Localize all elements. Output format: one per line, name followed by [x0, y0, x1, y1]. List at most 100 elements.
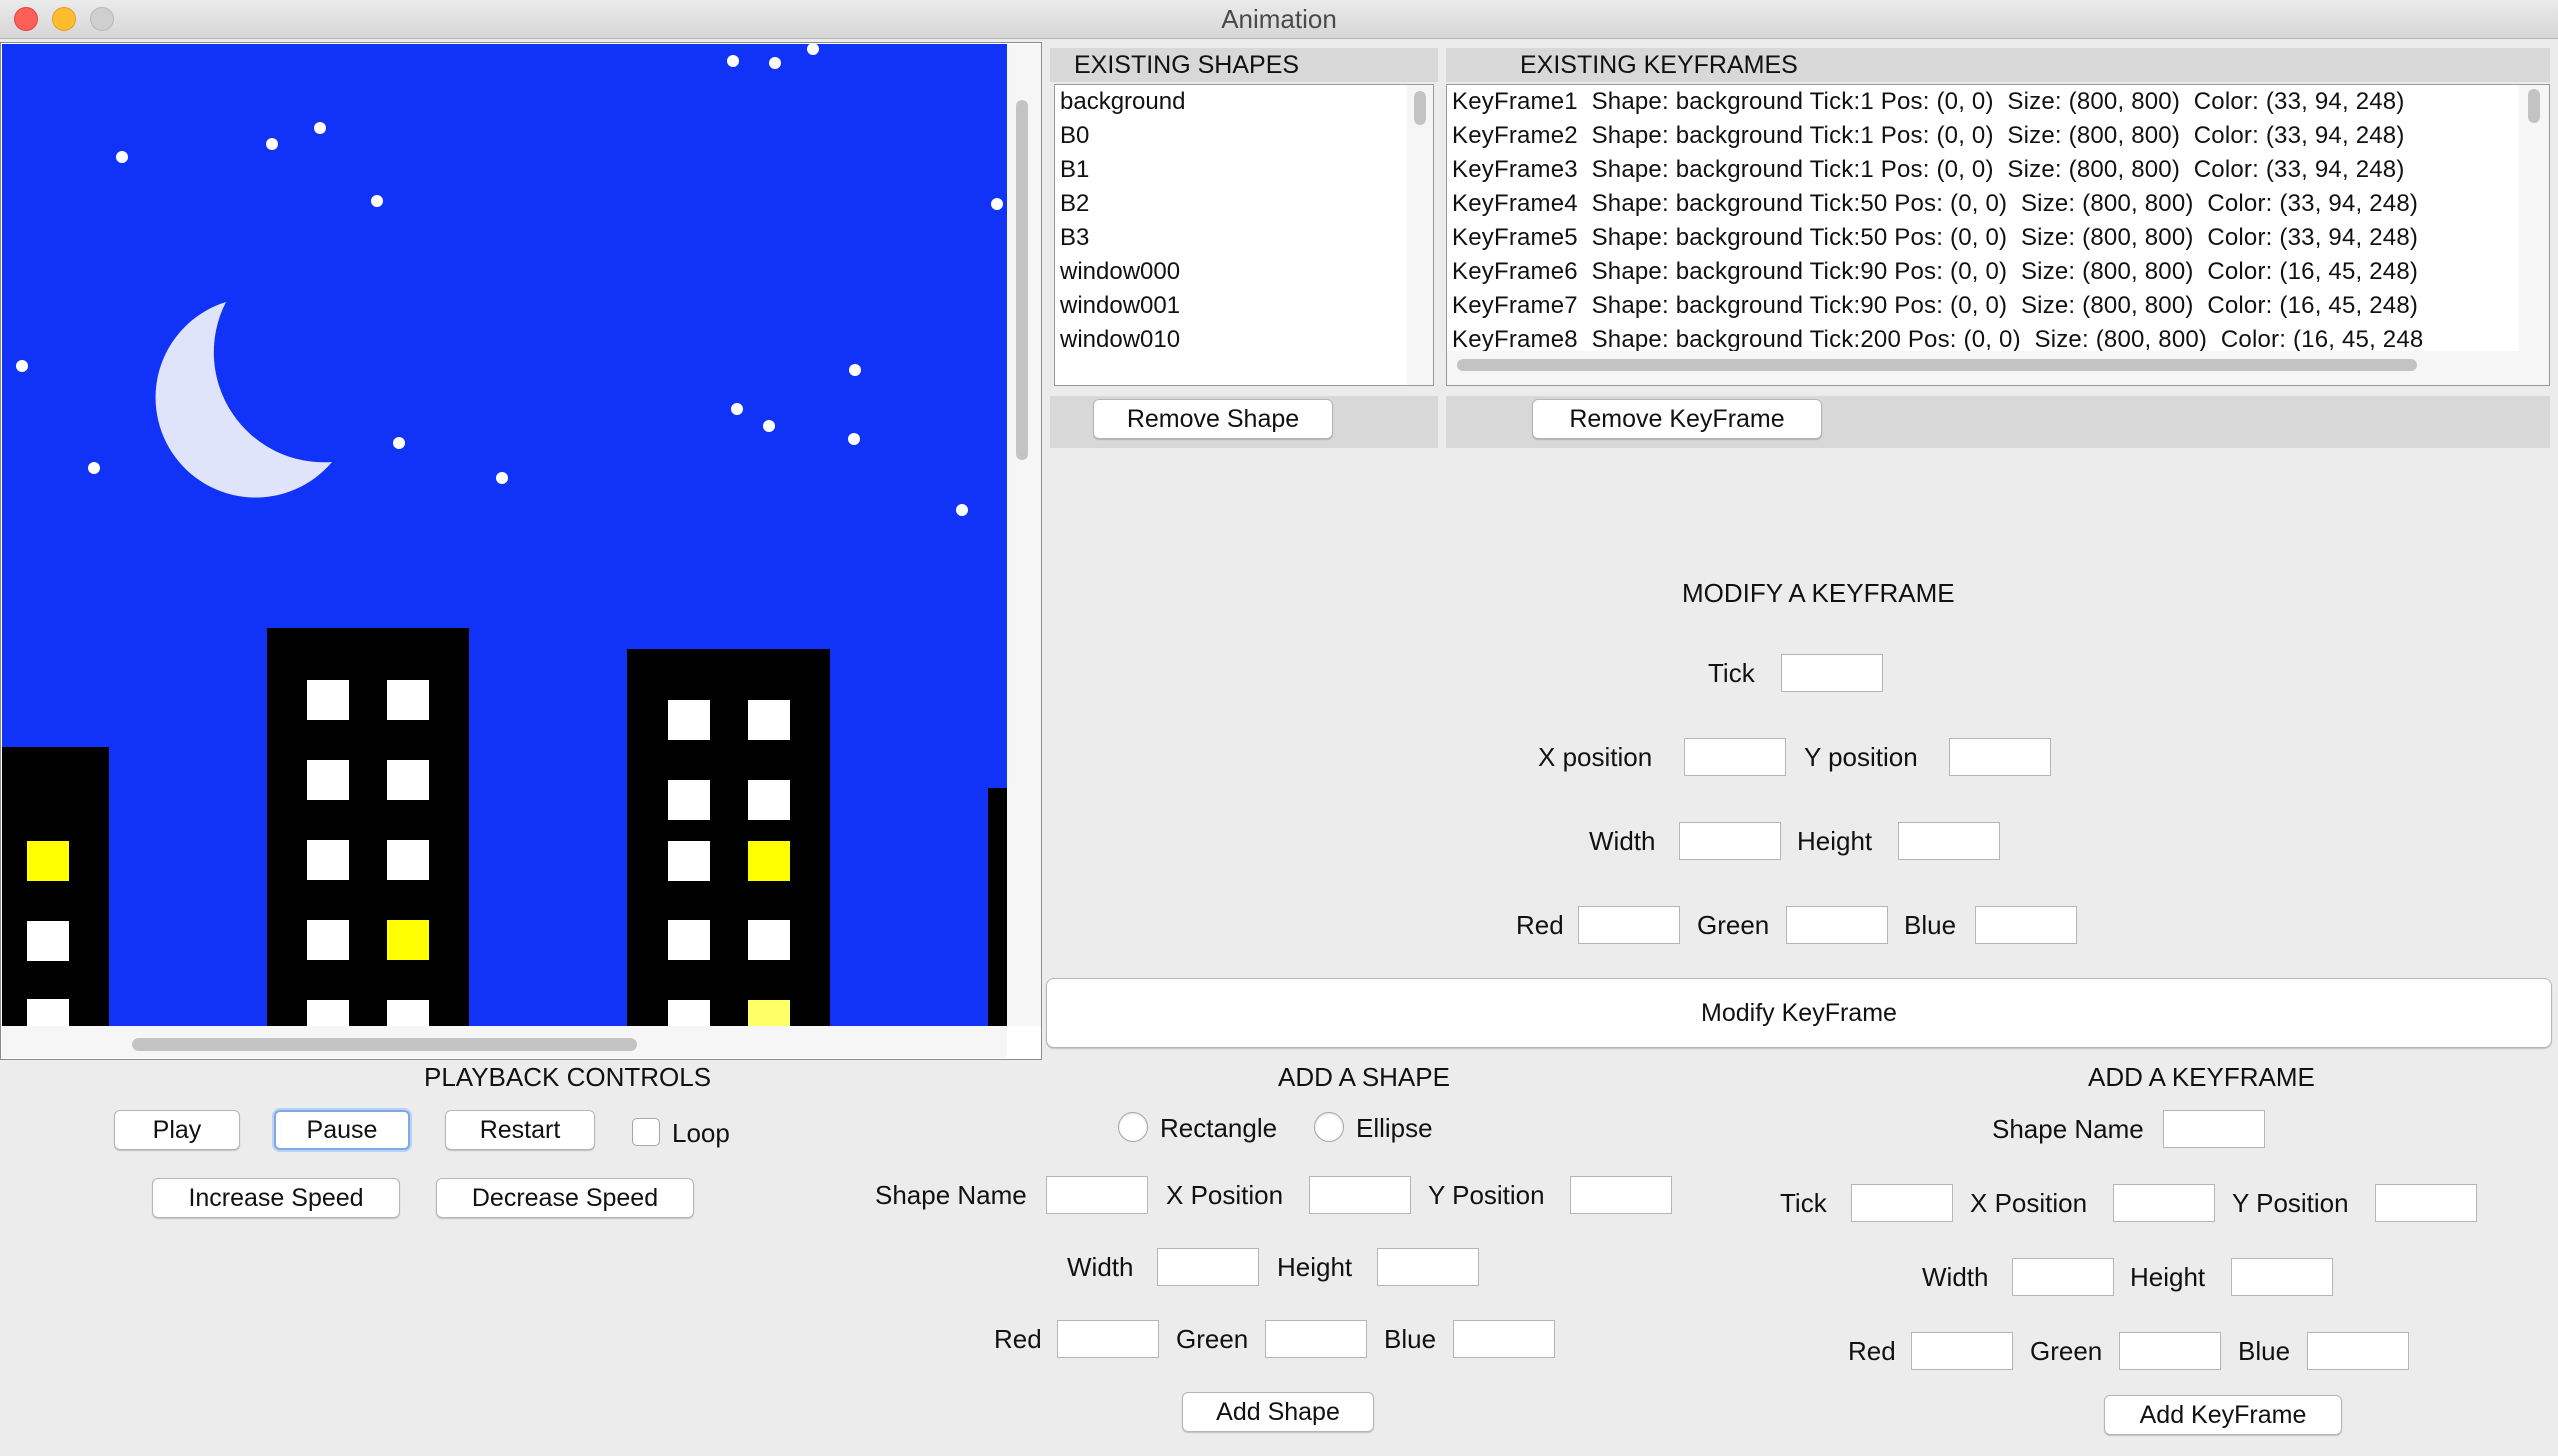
keyframe-list-item[interactable]: KeyFrame4 Shape: background Tick:50 Pos:…: [1447, 187, 2517, 221]
window-title-bar: Animation: [0, 0, 2558, 39]
remove-keyframe-button[interactable]: Remove KeyFrame: [1532, 399, 1822, 439]
add-keyframe-green-input[interactable]: [2119, 1332, 2221, 1370]
window-dark: [307, 1000, 349, 1026]
shape-list-item[interactable]: window000: [1055, 255, 1405, 289]
add-keyframe-button[interactable]: Add KeyFrame: [2104, 1395, 2342, 1435]
add-keyframe-width-input[interactable]: [2012, 1258, 2114, 1296]
add-shape-height-input[interactable]: [1377, 1248, 1479, 1286]
window-dark: [307, 760, 349, 800]
scroll-thumb[interactable]: [1414, 91, 1426, 125]
scroll-thumb[interactable]: [2528, 89, 2540, 123]
scroll-thumb[interactable]: [1016, 100, 1028, 460]
add-keyframe-heading: ADD A KEYFRAME: [2088, 1062, 2315, 1092]
keyframe-list-item[interactable]: KeyFrame2 Shape: background Tick:1 Pos: …: [1447, 119, 2517, 153]
add-shape-y-input[interactable]: [1570, 1176, 1672, 1214]
add-shape-blue-input[interactable]: [1453, 1320, 1555, 1358]
window-dark: [668, 920, 710, 960]
window-dark: [27, 921, 69, 961]
add-keyframe-blue-label: Blue: [2238, 1336, 2291, 1366]
add-keyframe-blue-input[interactable]: [2307, 1332, 2409, 1370]
modify-red-input[interactable]: [1578, 906, 1680, 944]
modify-y-input[interactable]: [1949, 738, 2051, 776]
add-shape-red-input[interactable]: [1057, 1320, 1159, 1358]
shape-list-item[interactable]: background: [1055, 85, 1405, 119]
shape-list-item[interactable]: B1: [1055, 153, 1405, 187]
modify-x-input[interactable]: [1684, 738, 1786, 776]
add-keyframe-y-input[interactable]: [2375, 1184, 2477, 1222]
shape-list-item[interactable]: B3: [1055, 221, 1405, 255]
remove-shape-button[interactable]: Remove Shape: [1093, 399, 1333, 439]
add-shape-x-label: X Position: [1166, 1180, 1284, 1210]
add-shape-button[interactable]: Add Shape: [1182, 1392, 1374, 1432]
increase-speed-button[interactable]: Increase Speed: [152, 1178, 400, 1218]
building-b0: [2, 747, 109, 1026]
modify-height-label: Height: [1797, 826, 1873, 856]
modify-tick-input[interactable]: [1781, 654, 1883, 692]
star: [991, 198, 1003, 210]
keyframes-list-vertical-scrollbar[interactable]: [2519, 85, 2549, 385]
window-dark: [387, 680, 429, 720]
add-shape-name-input[interactable]: [1046, 1176, 1148, 1214]
add-keyframe-name-label: Shape Name: [1992, 1114, 2144, 1144]
keyframe-list-item[interactable]: KeyFrame7 Shape: background Tick:90 Pos:…: [1447, 289, 2517, 323]
window-dark: [668, 780, 710, 820]
keyframe-list-item[interactable]: KeyFrame1 Shape: background Tick:1 Pos: …: [1447, 85, 2517, 119]
existing-keyframes-panel: EXISTING KEYFRAMES KeyFrame1 Shape: back…: [1446, 48, 2550, 388]
playback-heading: PLAYBACK CONTROLS: [424, 1062, 712, 1092]
canvas-horizontal-scrollbar[interactable]: [2, 1026, 1007, 1058]
restart-button[interactable]: Restart: [445, 1110, 595, 1150]
add-shape-green-input[interactable]: [1265, 1320, 1367, 1358]
star: [393, 437, 405, 449]
modify-green-input[interactable]: [1786, 906, 1888, 944]
keyframe-list-item[interactable]: KeyFrame5 Shape: background Tick:50 Pos:…: [1447, 221, 2517, 255]
decrease-speed-button[interactable]: Decrease Speed: [436, 1178, 694, 1218]
loop-label: Loop: [672, 1118, 730, 1148]
modify-tick-label: Tick: [1708, 658, 1755, 688]
keyframes-list-horizontal-scrollbar[interactable]: [1447, 351, 2519, 385]
add-keyframe-x-input[interactable]: [2113, 1184, 2215, 1222]
window-lit: [748, 841, 790, 881]
add-shape-width-input[interactable]: [1157, 1248, 1259, 1286]
add-shape-heading: ADD A SHAPE: [1278, 1062, 1450, 1092]
add-shape-green-label: Green: [1176, 1324, 1249, 1354]
window-dark: [748, 700, 790, 740]
building-b3: [988, 788, 1007, 1026]
star: [88, 462, 100, 474]
loop-checkbox[interactable]: [632, 1118, 660, 1146]
shape-list-item[interactable]: B0: [1055, 119, 1405, 153]
keyframe-list-item[interactable]: KeyFrame8 Shape: background Tick:200 Pos…: [1447, 323, 2517, 351]
modify-keyframe-button[interactable]: Modify KeyFrame: [1046, 978, 2552, 1048]
shape-list-item[interactable]: window010: [1055, 323, 1405, 357]
keyframe-list-item[interactable]: KeyFrame3 Shape: background Tick:1 Pos: …: [1447, 153, 2517, 187]
keyframes-list[interactable]: KeyFrame1 Shape: background Tick:1 Pos: …: [1446, 84, 2550, 386]
modify-blue-input[interactable]: [1975, 906, 2077, 944]
pause-button[interactable]: Pause: [274, 1110, 410, 1150]
add-keyframe-width-label: Width: [1922, 1262, 1989, 1292]
window-dark: [27, 999, 69, 1026]
existing-shapes-header: EXISTING SHAPES: [1050, 48, 1438, 82]
window-lit: [748, 1000, 790, 1026]
rectangle-radio[interactable]: [1118, 1112, 1148, 1142]
keyframe-list-item[interactable]: KeyFrame6 Shape: background Tick:90 Pos:…: [1447, 255, 2517, 289]
add-shape-width-label: Width: [1067, 1252, 1134, 1282]
scroll-thumb[interactable]: [132, 1038, 637, 1051]
scroll-thumb[interactable]: [1457, 359, 2417, 371]
add-keyframe-x-label: X Position: [1970, 1188, 2088, 1218]
shape-list-item[interactable]: B2: [1055, 187, 1405, 221]
add-shape-x-input[interactable]: [1309, 1176, 1411, 1214]
sky-background: [2, 44, 1007, 1026]
shapes-list[interactable]: background B0 B1 B2 B3 window000 window001 wind…: [1054, 84, 1434, 386]
play-button[interactable]: Play: [114, 1110, 240, 1150]
modify-height-input[interactable]: [1898, 822, 2000, 860]
canvas-vertical-scrollbar[interactable]: [1007, 44, 1041, 1026]
modify-width-input[interactable]: [1679, 822, 1781, 860]
shape-list-item[interactable]: window001: [1055, 289, 1405, 323]
animation-scene: [2, 44, 1007, 1026]
modify-blue-label: Blue: [1904, 910, 1957, 940]
add-keyframe-red-input[interactable]: [1911, 1332, 2013, 1370]
shapes-list-scrollbar[interactable]: [1407, 85, 1433, 385]
add-keyframe-name-input[interactable]: [2163, 1110, 2265, 1148]
add-keyframe-tick-input[interactable]: [1851, 1184, 1953, 1222]
ellipse-radio[interactable]: [1314, 1112, 1344, 1142]
add-keyframe-height-input[interactable]: [2231, 1258, 2333, 1296]
